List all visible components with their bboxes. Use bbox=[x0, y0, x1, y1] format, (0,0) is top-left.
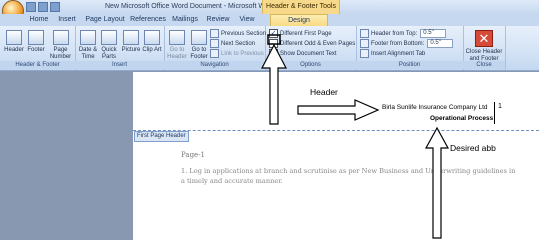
annotation-arrows bbox=[261, 34, 450, 239]
right-arrow-to-header bbox=[297, 99, 380, 121]
up-arrow-to-process bbox=[424, 126, 450, 239]
up-arrow-to-option bbox=[261, 43, 287, 125]
highlight-box bbox=[267, 34, 281, 45]
